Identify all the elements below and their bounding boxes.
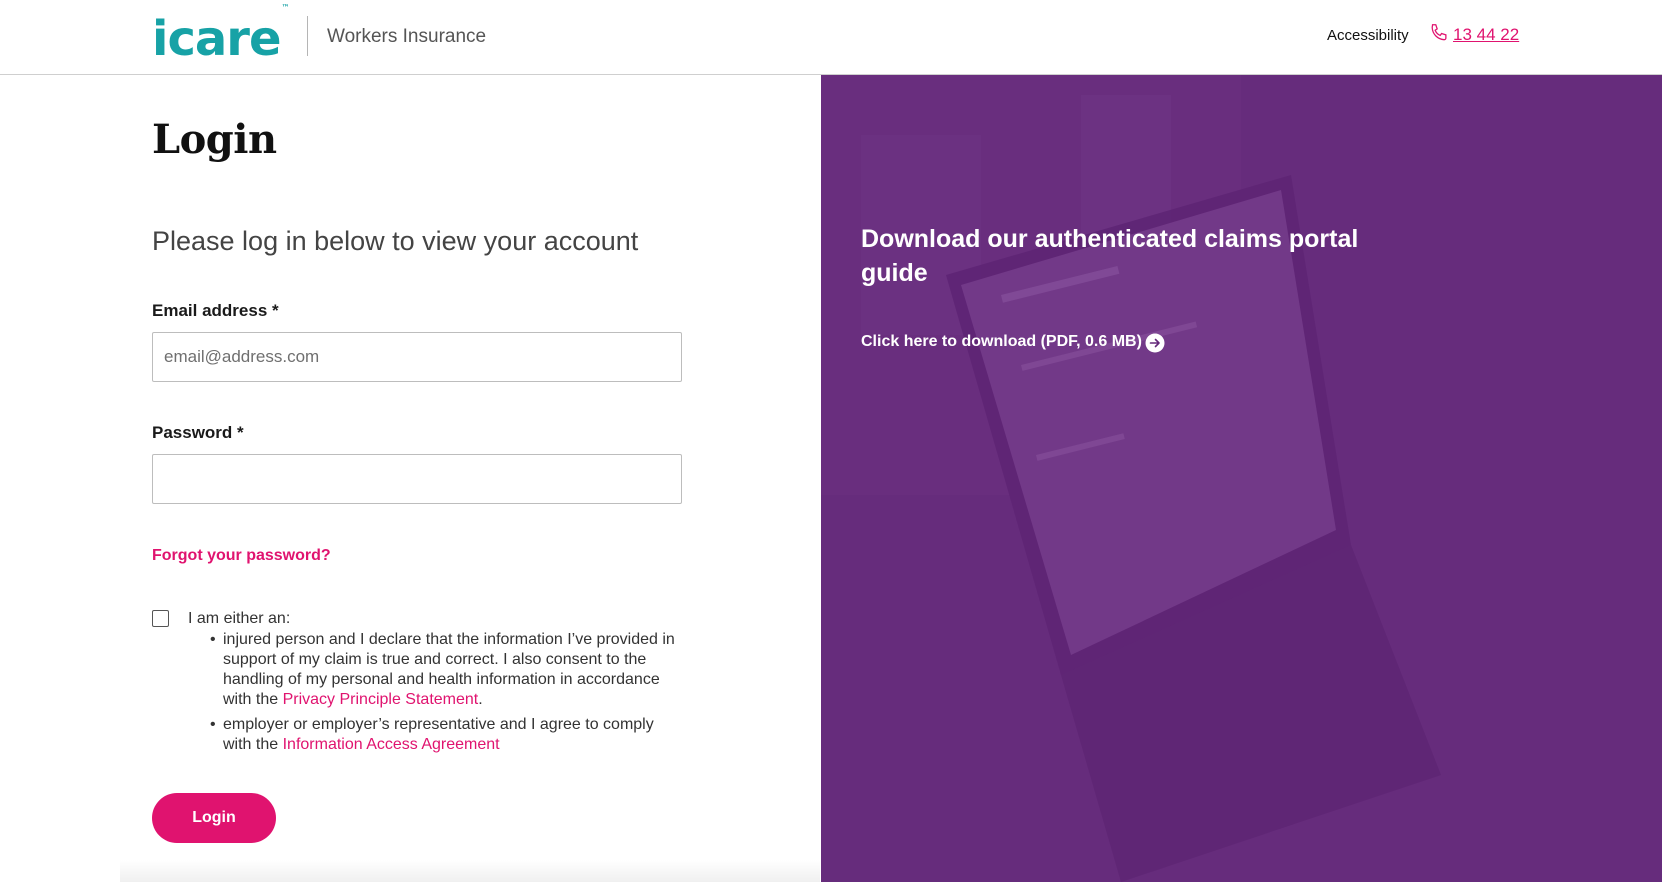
page-title: Login <box>152 116 277 163</box>
login-button[interactable]: Login <box>152 793 276 843</box>
password-label: Password * <box>152 423 244 442</box>
login-intro: Please log in below to view your account <box>152 226 639 256</box>
consent-item-suffix: . <box>478 691 483 708</box>
promo-title: Download our authenticated claims portal… <box>861 225 1359 287</box>
phone-icon <box>1431 24 1447 41</box>
consent-item-injured-person: injured person and I declare that the in… <box>210 630 683 710</box>
email-label: Email address * <box>152 301 279 320</box>
forgot-password-link[interactable]: Forgot your password? <box>152 547 331 565</box>
icare-logo[interactable]: icare™ <box>152 3 290 67</box>
phone-number-link[interactable]: 13 44 22 <box>1453 25 1519 45</box>
logo-trademark: ™ <box>281 3 290 12</box>
privacy-statement-link[interactable]: Privacy Principle Statement <box>283 691 479 708</box>
consent-item-employer: employer or employer’s representative an… <box>210 715 683 755</box>
password-field[interactable] <box>152 454 682 504</box>
download-guide-link[interactable]: Click here to download (PDF, 0.6 MB) <box>861 333 1142 351</box>
header-divider <box>307 16 308 56</box>
brand-subtitle: Workers Insurance <box>327 26 487 47</box>
email-field[interactable] <box>152 332 682 382</box>
arrow-right-circle-icon[interactable] <box>1145 333 1165 353</box>
laptop-background-image <box>821 75 1662 882</box>
promo-panel <box>821 75 1662 882</box>
site-header: icare™ Workers Insurance Accessibility 1… <box>0 0 1662 75</box>
accessibility-link[interactable]: Accessibility <box>1327 27 1409 44</box>
logo-text: icare <box>152 11 282 67</box>
consent-list: injured person and I declare that the in… <box>210 630 683 760</box>
footer-shadow <box>120 860 820 882</box>
consent-checkbox[interactable] <box>152 610 169 627</box>
consent-intro: I am either an: <box>188 610 291 627</box>
information-access-agreement-link[interactable]: Information Access Agreement <box>283 736 500 753</box>
